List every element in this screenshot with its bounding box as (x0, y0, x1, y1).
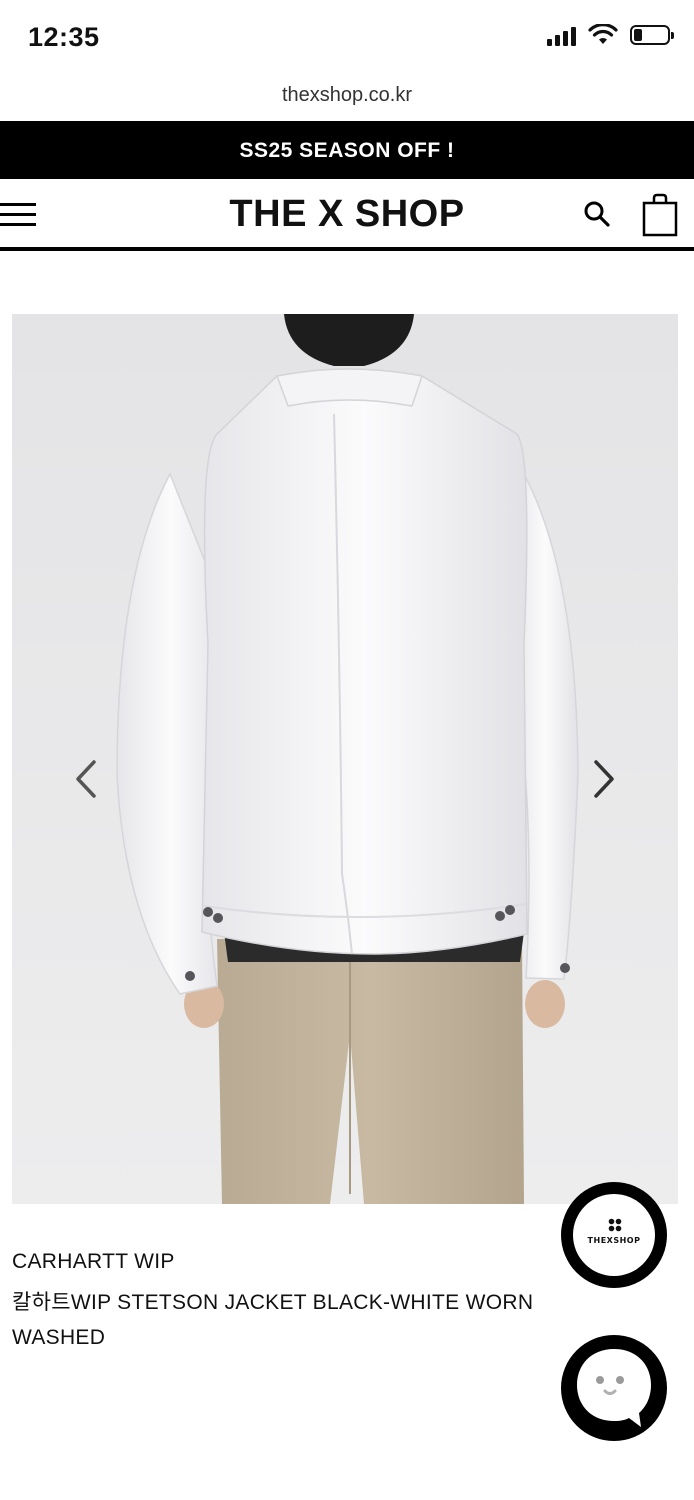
chat-bubble-icon (577, 1349, 651, 1427)
status-bar: 12:35 (0, 0, 694, 80)
shop-badge-logo: THEXSHOP (573, 1194, 655, 1276)
product-image[interactable] (12, 314, 678, 1204)
shopping-bag-icon[interactable] (642, 193, 678, 237)
browser-url[interactable]: thexshop.co.kr (0, 80, 694, 120)
site-header: THE X SHOP (0, 179, 694, 251)
product-name[interactable]: 칼하트WIP STETSON JACKET BLACK-WHITE WORN W… (12, 1285, 622, 1355)
search-icon[interactable] (582, 199, 612, 229)
promo-banner[interactable]: SS25 SEASON OFF ! (0, 121, 694, 179)
product-photo (12, 314, 678, 1204)
status-time: 12:35 (28, 22, 100, 52)
next-image-chevron-icon[interactable] (582, 754, 622, 804)
dots-logo-icon (608, 1218, 622, 1232)
shop-badge-text: THEXSHOP (587, 1236, 641, 1245)
status-icons (547, 24, 674, 46)
battery-icon (630, 25, 674, 45)
signal-icon (547, 24, 576, 46)
wifi-icon (588, 24, 618, 44)
previous-image-chevron-icon[interactable] (68, 754, 108, 804)
chat-button[interactable] (561, 1335, 667, 1441)
shop-badge-button[interactable]: THEXSHOP (561, 1182, 667, 1288)
product-brand[interactable]: CARHARTT WIP (12, 1250, 175, 1274)
